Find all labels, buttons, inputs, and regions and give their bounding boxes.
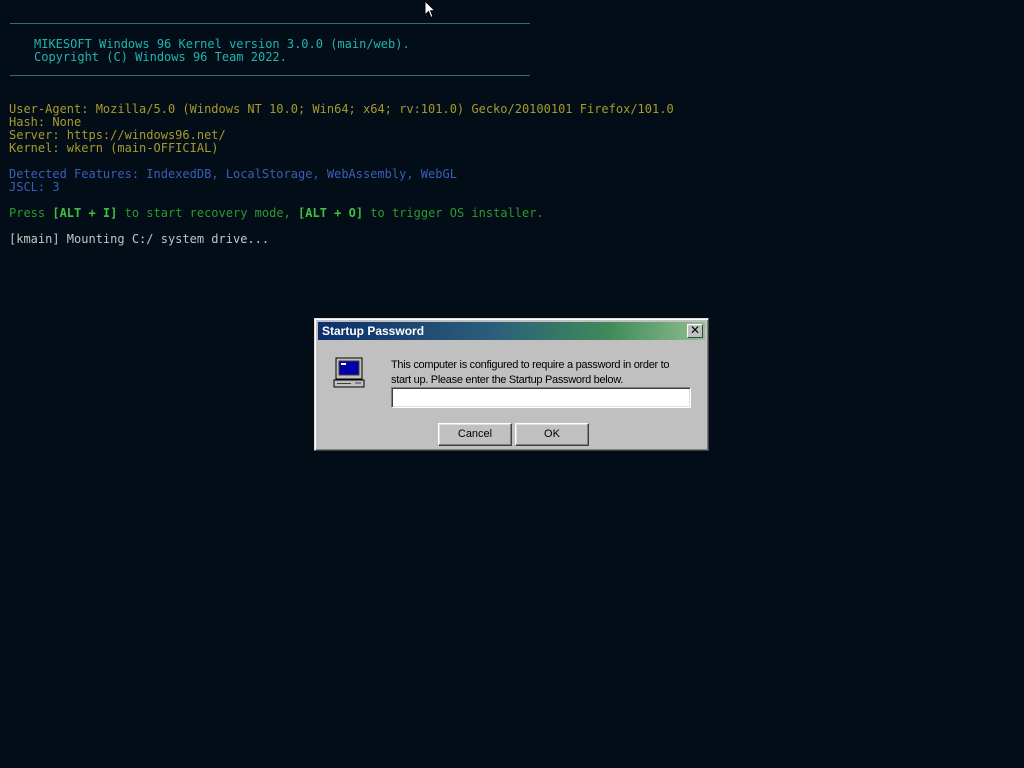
startup-password-input[interactable] (391, 387, 691, 408)
mouse-cursor-icon (424, 0, 437, 19)
banner-bottom-rule (10, 75, 530, 76)
recovery-key-2: [ALT + O] (298, 206, 364, 220)
features-line: Detected Features: IndexedDB, LocalStora… (9, 167, 457, 181)
recovery-hint-line: Press [ALT + I] to start recovery mode, … (9, 207, 544, 220)
recovery-suffix: to trigger OS installer. (363, 206, 544, 220)
cancel-button[interactable]: Cancel (438, 423, 512, 446)
kernel-line: Kernel: wkern (main-OFFICIAL) (9, 141, 219, 155)
recovery-key-1: [ALT + I] (52, 206, 118, 220)
recovery-middle: to start recovery mode, (117, 206, 299, 220)
banner-line-2: Copyright (C) Windows 96 Team 2022. (34, 50, 287, 64)
mount-status-line: [kmain] Mounting C:/ system drive... (9, 232, 270, 246)
dialog-message: This computer is configured to require a… (391, 359, 670, 386)
startup-password-dialog: Startup Password ✕ This computer is conf… (314, 318, 709, 451)
user-agent-line: User-Agent: Mozilla/5.0 (Windows NT 10.0… (9, 102, 674, 116)
dialog-titlebar[interactable]: Startup Password ✕ (318, 322, 705, 340)
close-icon: ✕ (689, 323, 701, 337)
close-button[interactable]: ✕ (687, 324, 703, 338)
banner-top-rule (10, 23, 530, 24)
recovery-prefix: Press (9, 206, 53, 220)
jscl-line: JSCL: 3 (9, 180, 60, 194)
dialog-title: Startup Password (322, 324, 425, 338)
ok-button[interactable]: OK (515, 423, 589, 446)
computer-icon (333, 357, 365, 388)
